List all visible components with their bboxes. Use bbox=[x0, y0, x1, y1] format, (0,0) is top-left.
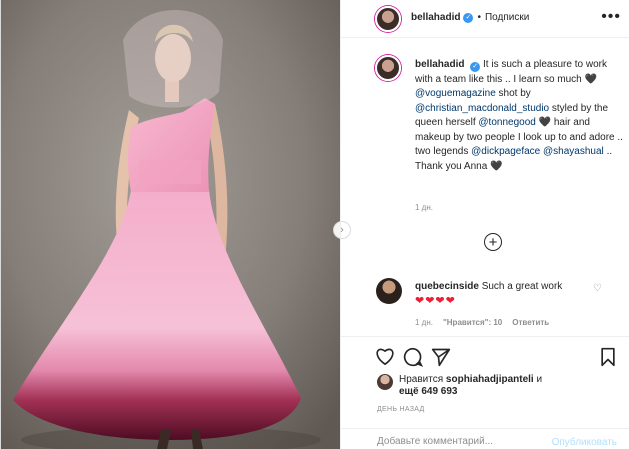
post-date: ДЕНЬ НАЗАД bbox=[377, 406, 425, 413]
post-header: bellahadid ✓ • Подписки ••• bbox=[341, 0, 629, 38]
heart-icon[interactable] bbox=[375, 347, 395, 368]
plus-circle-icon[interactable]: + bbox=[484, 233, 502, 251]
comment-text: quebecinside Such a great work ❤❤❤❤ bbox=[415, 280, 595, 309]
post-panel: bellahadid ✓ • Подписки ••• bellahadid ✓… bbox=[340, 0, 629, 449]
post-view: › bellahadid ✓ • Подписки ••• bellahadid… bbox=[0, 0, 629, 449]
comment-meta: 1 дн. "Нравится": 10 Ответить bbox=[415, 318, 549, 327]
action-bar bbox=[341, 336, 629, 372]
black-heart-emoji: 🖤 bbox=[538, 117, 552, 128]
likes-and: и bbox=[536, 374, 543, 385]
comment-like-icon[interactable]: ♡ bbox=[593, 283, 602, 294]
likes-count[interactable]: ещё 649 693 bbox=[399, 386, 458, 397]
publish-button[interactable]: Опубликовать bbox=[552, 437, 617, 448]
comment-body: Such a great work bbox=[481, 281, 563, 292]
caption-avatar[interactable] bbox=[375, 55, 401, 81]
header-separator: • bbox=[477, 12, 481, 23]
author-username[interactable]: bellahadid bbox=[411, 12, 460, 23]
comment-input[interactable] bbox=[377, 436, 537, 447]
commenter-username[interactable]: quebecinside bbox=[415, 281, 479, 292]
bookmark-icon[interactable] bbox=[599, 347, 617, 370]
caption-username[interactable]: bellahadid bbox=[415, 59, 464, 70]
caption-time: 1 дн. bbox=[415, 203, 433, 212]
mention-dickpageface[interactable]: @dickpageface bbox=[471, 146, 540, 157]
post-photo[interactable] bbox=[1, 0, 340, 449]
caption-text: bellahadid ✓ It is such a pleasure to wo… bbox=[415, 58, 625, 174]
mention-tonnegood[interactable]: @tonnegood bbox=[478, 117, 535, 128]
share-icon[interactable] bbox=[431, 347, 451, 370]
comment-likes-count[interactable]: "Нравится": 10 bbox=[443, 318, 502, 327]
verified-icon: ✓ bbox=[470, 62, 481, 72]
mention-voguemagazine[interactable]: @voguemagazine bbox=[415, 88, 496, 99]
mention-shayashual[interactable]: @shayashual bbox=[543, 146, 604, 157]
more-icon[interactable]: ••• bbox=[601, 9, 621, 25]
header-user: bellahadid ✓ • Подписки bbox=[411, 12, 529, 23]
commenter-avatar[interactable] bbox=[376, 278, 402, 304]
caption-part-2: shot by bbox=[498, 88, 531, 99]
liker-username[interactable]: sophiahadjipanteli bbox=[446, 374, 534, 385]
likes-prefix: Нравится bbox=[399, 374, 444, 385]
likes-summary: Нравится sophiahadjipanteli и ещё 649 69… bbox=[377, 372, 627, 400]
author-avatar[interactable] bbox=[375, 6, 401, 32]
liker-avatar[interactable] bbox=[377, 374, 393, 390]
verified-icon: ✓ bbox=[463, 12, 474, 23]
mention-studio[interactable]: @christian_macdonald_studio bbox=[415, 103, 549, 114]
comment-time: 1 дн. bbox=[415, 318, 433, 327]
red-hearts-emoji: ❤❤❤❤ bbox=[415, 295, 456, 307]
reply-button[interactable]: Ответить bbox=[512, 318, 549, 327]
likes-text: Нравится sophiahadjipanteli и ещё 649 69… bbox=[399, 374, 542, 398]
following-button[interactable]: Подписки bbox=[485, 12, 529, 23]
dress-illustration bbox=[1, 0, 340, 449]
add-comment-bar: Опубликовать bbox=[341, 428, 629, 449]
comment-icon[interactable] bbox=[403, 347, 424, 370]
black-heart-emoji: 🖤 bbox=[584, 73, 597, 85]
black-heart-emoji: 🖤 bbox=[490, 160, 503, 172]
